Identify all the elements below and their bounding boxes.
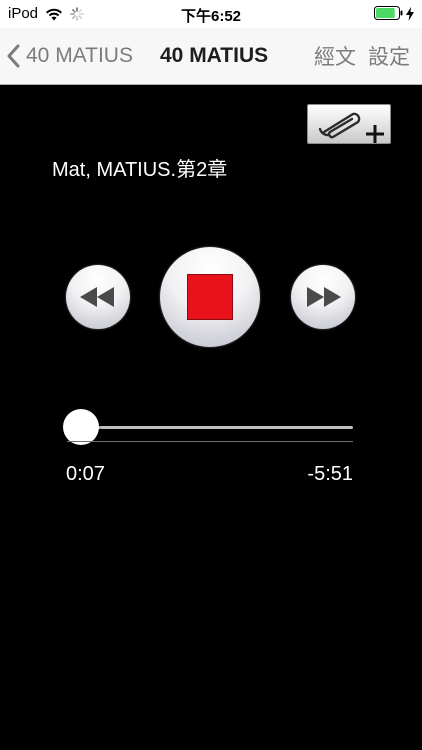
rewind-icon [80,287,114,307]
stop-icon [187,274,233,320]
back-button-label: 40 MATIUS [26,44,133,67]
fast-forward-button[interactable] [291,265,355,329]
nav-actions: 經文 設定 [314,28,410,84]
stop-button[interactable] [160,247,260,347]
status-bar: iPod 下午6:52 [0,0,422,28]
page-title: 40 MATIUS [160,44,269,67]
progress-slider[interactable] [62,409,353,445]
attach-button[interactable] [307,104,391,144]
remaining-time: -5:51 [307,463,353,485]
settings-button[interactable]: 設定 [368,41,410,71]
rewind-button[interactable] [66,265,130,329]
progress-thumb[interactable] [62,409,99,445]
navigation-bar: 40 MATIUS 40 MATIUS 經文 設定 [0,28,422,85]
elapsed-time: 0:07 [66,463,105,485]
status-right [374,6,414,25]
track-title: Mat, MATIUS.第2章 [52,159,228,181]
player-screen: iPod 下午6:52 40 MATIUS 40 MATIUS 經文 設定 Ma… [0,0,422,750]
status-time: 下午6:52 [180,8,242,25]
fast-forward-icon [307,287,341,307]
paperclip-plus-icon [318,112,384,143]
battery-fill [376,8,395,18]
charging-bolt-icon [406,6,414,25]
back-button[interactable]: 40 MATIUS [6,28,133,84]
divider [67,441,353,442]
chevron-left-icon [7,44,20,68]
battery-icon [374,6,404,25]
scripture-button[interactable]: 經文 [314,41,356,71]
